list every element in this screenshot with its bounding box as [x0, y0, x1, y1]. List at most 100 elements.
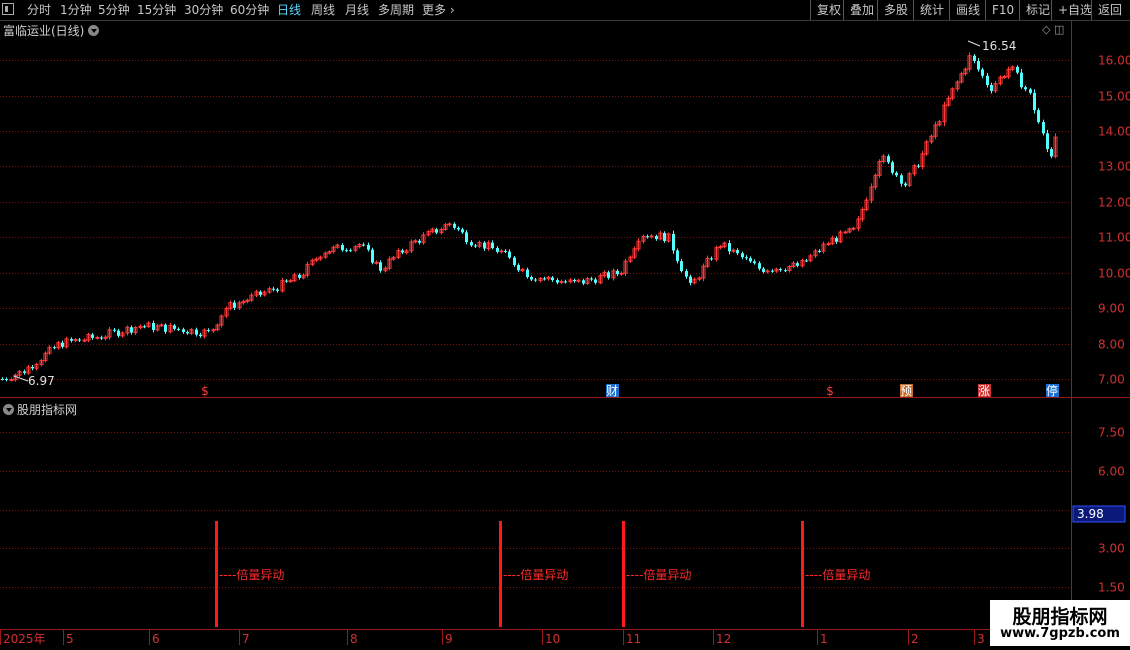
event-marker: $	[826, 384, 834, 398]
candle-body	[78, 339, 81, 341]
y-tick-label: 11.00	[1098, 231, 1130, 245]
candle-body	[272, 288, 275, 290]
candle-body	[736, 250, 739, 254]
dropdown-icon[interactable]	[3, 404, 14, 415]
indicator-y-tick-label: 1.50	[1098, 581, 1125, 595]
candle-body	[551, 277, 554, 281]
candle-body	[82, 339, 87, 342]
y-tick-label: 9.00	[1098, 302, 1125, 316]
diamond-icon[interactable]: ◇	[1042, 23, 1050, 36]
candle-body	[513, 257, 516, 265]
candle-body	[977, 60, 980, 70]
candle-body	[981, 69, 984, 76]
candle-body	[457, 227, 460, 230]
watermark-line2: www.7gpzb.com	[1000, 626, 1120, 641]
candle-body	[130, 327, 133, 333]
signal-bar	[622, 521, 625, 627]
event-marker: 财	[606, 384, 618, 398]
candle-body	[504, 250, 507, 252]
x-tick-label: 12	[716, 632, 731, 646]
candle-body	[1, 378, 4, 380]
candle-body	[973, 55, 976, 61]
candle-body	[741, 253, 744, 258]
candle-body	[298, 274, 301, 278]
signal-label: ----倍量异动	[626, 567, 691, 582]
candle-body	[465, 232, 468, 243]
event-marker: 预	[900, 384, 912, 398]
candle-body	[689, 276, 692, 283]
candle-body	[349, 250, 352, 252]
indicator-y-tick-label: 3.00	[1098, 542, 1125, 556]
candle-body	[453, 223, 456, 228]
indicator-title: 股朋指标网	[3, 401, 77, 418]
kline-chart[interactable]: 16.0015.0014.0013.0012.0011.0010.009.008…	[0, 0, 1130, 650]
candle-body	[649, 235, 654, 238]
candle-body	[1029, 89, 1032, 93]
x-tick-label: 2	[911, 632, 919, 646]
event-marker: $	[201, 384, 209, 398]
candle-body	[461, 229, 464, 233]
candle-body	[117, 330, 120, 336]
candle-body	[199, 334, 202, 337]
candle-body	[447, 223, 452, 226]
candle-body	[474, 245, 477, 247]
window-icon[interactable]: ◫	[1054, 23, 1064, 36]
candle-body	[143, 326, 146, 328]
candle-body	[818, 250, 821, 252]
watermark-line1: 股朋指标网	[1012, 606, 1108, 628]
candle-body	[534, 279, 537, 281]
candle-body	[1033, 92, 1036, 111]
high-pointer	[967, 40, 981, 47]
candle-body	[91, 334, 94, 338]
x-tick-label: 8	[350, 632, 358, 646]
candle-body	[904, 183, 907, 186]
indicator-y-tick-label: 7.50	[1098, 426, 1125, 440]
candle-body	[543, 278, 546, 280]
candle-body	[1046, 133, 1049, 150]
candle-body	[435, 229, 438, 233]
candle-body	[517, 264, 520, 271]
y-tick-label: 8.00	[1098, 338, 1125, 352]
candle-body	[23, 371, 26, 374]
candle-body	[917, 165, 920, 167]
candle-body	[285, 280, 288, 282]
candle-body	[753, 261, 756, 264]
candle-body	[728, 243, 731, 252]
candle-body	[362, 244, 365, 246]
candle-body	[496, 248, 499, 252]
candle-body	[1002, 76, 1007, 79]
y-tick-label: 12.00	[1098, 196, 1130, 210]
candle-body	[646, 236, 649, 238]
signal-label: ----倍量异动	[805, 567, 870, 582]
candle-body	[895, 172, 898, 176]
candle-body	[590, 278, 593, 280]
candle-body	[826, 243, 831, 246]
main-chart-title: 富临运业(日线)	[3, 22, 100, 39]
signal-bar	[215, 521, 218, 627]
candle-body	[9, 379, 14, 382]
candle-body	[796, 263, 799, 266]
candle-body	[710, 258, 713, 260]
candle-body	[1024, 87, 1027, 90]
candle-body	[556, 280, 559, 283]
candle-body	[164, 324, 167, 332]
x-tick-label: 10	[545, 632, 560, 646]
x-tick-label: 6	[152, 632, 160, 646]
signal-bar	[499, 521, 502, 627]
candle-body	[619, 272, 624, 275]
candle-body	[259, 291, 262, 295]
candle-body	[520, 269, 525, 272]
candle-body	[582, 280, 585, 284]
x-tick-label: 11	[626, 632, 641, 646]
candle-body	[95, 336, 100, 339]
candle-body	[607, 272, 610, 278]
candle-body	[1016, 66, 1019, 73]
candle-body	[526, 269, 529, 278]
dropdown-icon[interactable]	[88, 25, 100, 36]
candle-body	[851, 227, 856, 230]
y-tick-label: 16.00	[1098, 54, 1130, 68]
y-tick-label: 7.00	[1098, 373, 1125, 387]
watermark-logo: 股朋指标网 www.7gpzb.com	[990, 600, 1130, 646]
candle-body	[100, 337, 103, 339]
candle-body	[616, 270, 619, 275]
